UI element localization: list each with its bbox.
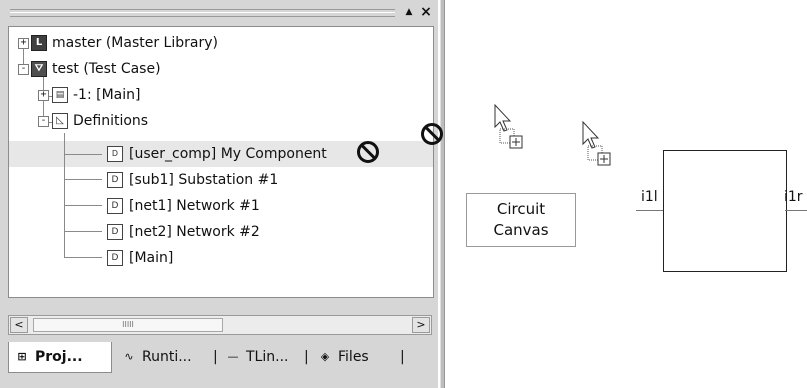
tab-label: Files — [338, 349, 369, 365]
tab-separator: | — [213, 349, 218, 365]
tree-item-label: Definitions — [73, 113, 149, 129]
tree-item-label: [user_comp] My Component — [129, 146, 327, 162]
page-icon: D — [107, 198, 123, 214]
pin-icon[interactable]: ▲ — [402, 4, 416, 20]
scroll-right-icon[interactable]: > — [412, 317, 430, 333]
pane-header: ▲ × — [0, 0, 438, 24]
page-icon: D — [107, 250, 123, 266]
tab-project[interactable]: ⊞ Proj... — [8, 342, 112, 373]
drag-copy-cursor-icon — [582, 120, 611, 166]
port-right-wire — [785, 210, 807, 211]
page-icon: ▤ — [52, 87, 68, 103]
tab-label: Proj... — [35, 349, 83, 365]
scroll-thumb[interactable]: IIIII — [33, 318, 223, 332]
tab-runtime[interactable]: ∿ Runti... — [116, 342, 226, 372]
pane-tabs: ⊞ Proj... ∿ Runti... | — TLin... | ◈ Files | — [8, 342, 438, 373]
port-left-label: i1l — [641, 189, 658, 205]
close-icon[interactable]: × — [419, 4, 433, 20]
tree-item-label: [net2] Network #2 — [129, 224, 260, 240]
canvas-label[interactable]: Circuit Canvas — [466, 193, 576, 247]
tree-item-label: [Main] — [129, 250, 174, 266]
test-case-icon: ⛛ — [31, 61, 47, 77]
component-block[interactable] — [663, 150, 787, 272]
tree-item-label: -1: [Main] — [73, 87, 141, 103]
canvas-label-line2: Canvas — [493, 221, 549, 239]
tree-item-label: [sub1] Substation #1 — [129, 172, 279, 188]
no-drop-icon — [421, 123, 443, 145]
circuit-canvas[interactable]: Circuit Canvas i1l i1r — [446, 0, 807, 388]
port-left-wire — [636, 210, 663, 211]
tab-label: TLin... — [246, 349, 289, 365]
tab-separator: | — [400, 349, 405, 365]
project-icon: ⊞ — [17, 350, 27, 363]
drag-copy-cursor-icon — [494, 103, 523, 149]
no-drop-icon — [357, 141, 379, 163]
runtime-wave-icon: ∿ — [124, 350, 134, 363]
tline-icon: — — [227, 350, 239, 363]
pane-drag-grip[interactable] — [10, 9, 395, 17]
horizontal-scrollbar[interactable]: < IIIII > — [8, 315, 432, 335]
port-right-label: i1r — [784, 189, 803, 205]
page-icon: D — [107, 224, 123, 240]
collapse-icon[interactable]: - — [38, 116, 49, 127]
page-icon: D — [107, 172, 123, 188]
expand-icon[interactable]: + — [38, 90, 49, 101]
pane-splitter[interactable] — [440, 0, 445, 388]
component-icon: D — [107, 146, 123, 162]
canvas-label-line1: Circuit — [496, 200, 546, 218]
scroll-left-icon[interactable]: < — [10, 317, 28, 333]
tab-label: Runti... — [142, 349, 192, 365]
tree-item-label: [net1] Network #1 — [129, 198, 260, 214]
tab-separator: | — [304, 349, 309, 365]
project-tree-pane: ▲ × + L master (Master Library) - ⛛ test… — [0, 0, 438, 388]
definitions-icon: ◺ — [52, 113, 68, 129]
files-icon: ◈ — [320, 350, 330, 363]
expand-icon[interactable]: + — [18, 38, 29, 49]
tree-item-label: test (Test Case) — [52, 61, 161, 77]
tree-item-label: master (Master Library) — [52, 35, 218, 51]
collapse-icon[interactable]: - — [18, 64, 29, 75]
tab-tline[interactable]: — TLin... — [220, 342, 315, 372]
library-L-icon: L — [31, 35, 47, 51]
tab-files[interactable]: ◈ Files — [312, 342, 397, 372]
workspace-tree: + L master (Master Library) - ⛛ test (Te… — [8, 26, 434, 298]
